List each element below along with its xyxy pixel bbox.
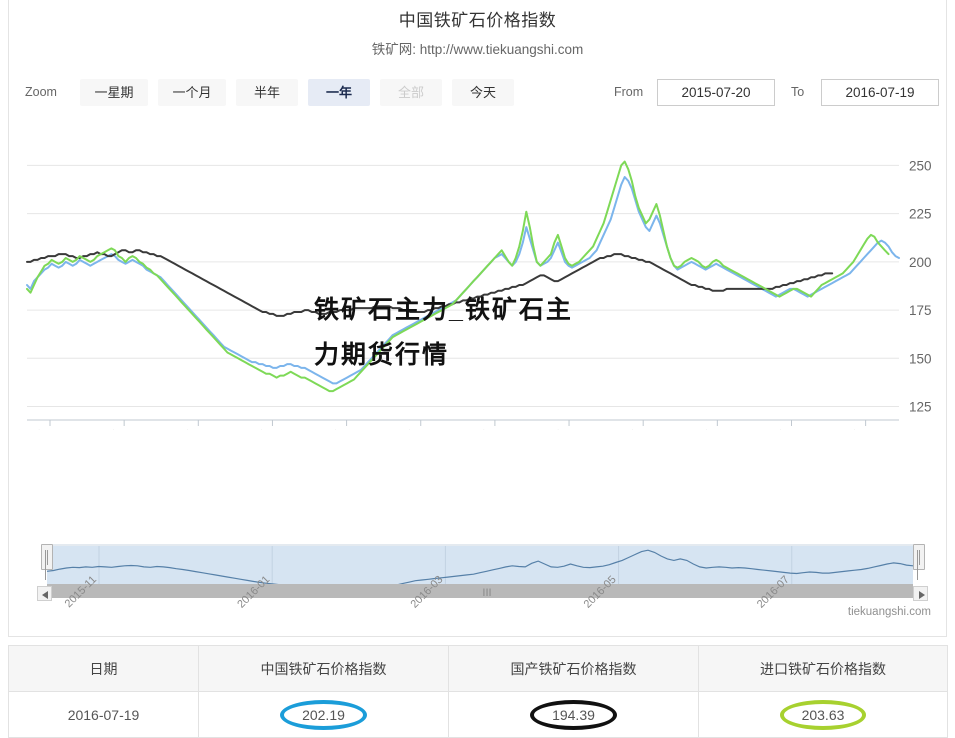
- column-header-china: 中国铁矿石价格指数: [198, 645, 449, 692]
- chevron-left-icon: [42, 590, 48, 599]
- x-tick-label: 2015-11-01: [217, 426, 271, 430]
- y-tick-label: 125: [909, 400, 932, 415]
- price-line-chart: 125150175200225250 2015-08-012015-09-012…: [9, 158, 932, 430]
- x-tick-label: 2016-07-01: [810, 426, 865, 430]
- y-tick-label: 250: [909, 158, 932, 173]
- highlight-china: 202.19: [280, 699, 367, 730]
- grip-icon: [45, 550, 50, 580]
- x-axis-ticks: [49, 420, 867, 426]
- column-header-date: 日期: [8, 645, 199, 692]
- value-china: 202.19: [302, 706, 345, 723]
- x-tick-label: 2015-12-01: [291, 426, 346, 430]
- table-header-row: 日期 中国铁矿石价格指数 国产铁矿石价格指数 进口铁矿石价格指数: [8, 645, 948, 692]
- x-tick-label: 2016-01-01: [365, 426, 420, 430]
- range-button-today[interactable]: 今天: [452, 79, 514, 106]
- y-tick-label: 200: [909, 255, 932, 270]
- range-button-1week[interactable]: 一星期: [80, 79, 148, 106]
- x-tick-label: 2016-06-01: [735, 426, 790, 430]
- scroll-left-arrow-button[interactable]: [37, 586, 52, 601]
- range-button-6month[interactable]: 半年: [236, 79, 298, 106]
- value-imported: 203.63: [801, 706, 845, 723]
- to-label: To: [791, 85, 805, 99]
- highlight-imported: 203.63: [779, 699, 867, 730]
- x-tick-label: 2016-03-01: [513, 426, 568, 430]
- from-date-input[interactable]: [657, 79, 775, 106]
- navigator-chart: 2015-11 2016-01 2016-03 2016-05 2016-07 III: [46, 544, 914, 611]
- credit-watermark: tiekuangshi.com: [847, 606, 931, 618]
- chart-subtitle: 铁矿网: http://www.tiekuangshi.com: [371, 42, 584, 57]
- column-header-imported: 进口铁矿石价格指数: [698, 645, 948, 692]
- value-domestic: 194.39: [552, 706, 595, 723]
- from-label: From: [614, 85, 644, 99]
- highlight-domestic: 194.39: [530, 699, 617, 730]
- navigator-handle-left[interactable]: [41, 544, 53, 580]
- y-tick-label: 150: [909, 351, 932, 366]
- chevron-right-icon: [919, 590, 925, 599]
- cell-china-index: 202.19: [198, 691, 449, 738]
- to-date-input[interactable]: [821, 79, 939, 106]
- main-plot[interactable]: 125150175200225250 2015-08-012015-09-012…: [9, 140, 948, 430]
- column-header-domestic: 国产铁矿石价格指数: [448, 645, 699, 692]
- cell-domestic-index: 194.39: [448, 691, 699, 738]
- x-tick-label: 2015-09-01: [68, 426, 123, 430]
- chart-container: 中国铁矿石价格指数 铁矿网: http://www.tiekuangshi.co…: [8, 0, 947, 637]
- range-button-all: 全部: [380, 79, 442, 106]
- navigator-center-mark: III: [482, 587, 491, 599]
- series-lines: [26, 160, 900, 393]
- series-line: [26, 249, 834, 317]
- x-tick-label: 2016-05-01: [661, 426, 716, 430]
- y-tick-label: 175: [909, 303, 932, 318]
- x-axis-labels: 2015-08-01 2015-09-01 2015-10-01 2015-11-01…: [9, 426, 865, 430]
- x-tick-label: 2016-04-01: [587, 426, 642, 430]
- range-button-1month[interactable]: 一个月: [158, 79, 226, 106]
- y-tick-label: 225: [909, 207, 932, 222]
- scroll-right-arrow-button[interactable]: [913, 586, 928, 601]
- cell-imported-index: 203.63: [698, 691, 948, 738]
- zoom-label: Zoom: [25, 85, 57, 99]
- x-tick-label: 2015-10-01: [142, 426, 197, 430]
- grip-icon: [917, 550, 922, 580]
- series-line: [26, 176, 900, 385]
- navigator-handle-right[interactable]: [913, 544, 925, 580]
- navigator[interactable]: 2015-11 2016-01 2016-03 2016-05 2016-07 III …: [27, 524, 939, 619]
- cell-date: 2016-07-19: [8, 691, 199, 738]
- x-tick-label: 2016-02-01: [439, 426, 494, 430]
- chart-title: 中国铁矿石价格指数: [398, 11, 557, 30]
- data-table: 日期 中国铁矿石价格指数 国产铁矿石价格指数 进口铁矿石价格指数 2016-07…: [8, 645, 948, 738]
- table-row: 2016-07-19 202.19 194.39 203.63: [8, 691, 948, 738]
- x-tick-label: 2015-08-01: [9, 426, 49, 430]
- range-button-1year[interactable]: 一年: [308, 79, 370, 106]
- y-axis-labels: 125 150 175 200 225 250: [909, 158, 932, 414]
- gridlines: [27, 164, 899, 407]
- series-line: [26, 160, 890, 393]
- range-selector: Zoom 一星期 一个月 半年 一年 全部 今天 From To: [25, 79, 939, 107]
